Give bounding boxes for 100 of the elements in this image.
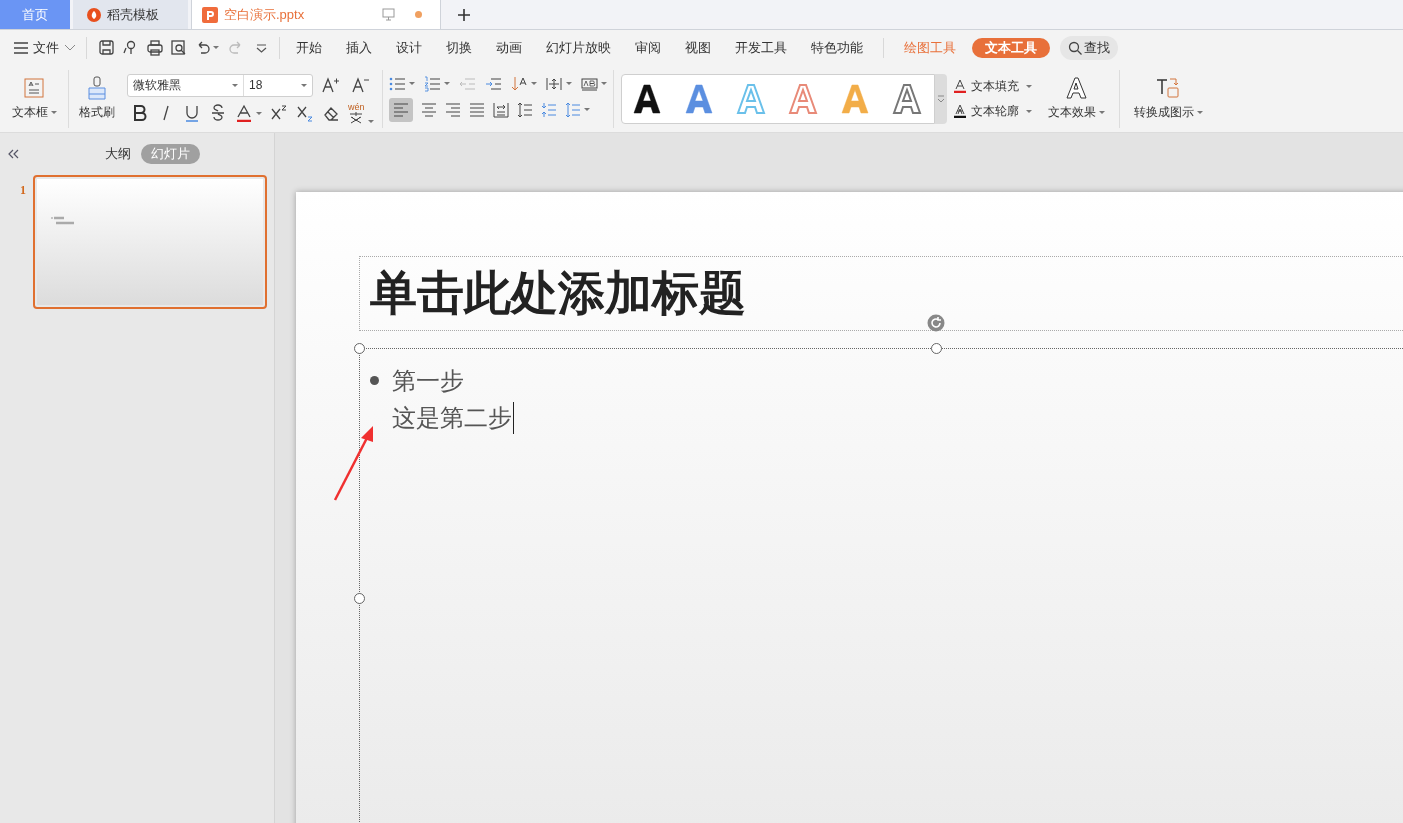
convert-to-diagram-button[interactable]: 转换成图示 [1125,65,1211,132]
pinyin-text: wén [348,102,365,112]
text-effect-icon [1064,76,1088,100]
spacing-options-button[interactable] [564,101,590,118]
print-button[interactable] [147,39,163,56]
chevron-icon [64,44,76,51]
save-button[interactable] [99,39,115,56]
document-tab[interactable]: 稻壳模板 [73,0,188,29]
distribute-button[interactable] [492,101,509,118]
line-spacing-icon [516,101,533,118]
decrease-indent-icon [458,75,476,92]
body-text: 第一步 [392,365,464,396]
ribbon-tab[interactable]: 审阅 [623,35,673,60]
superscript-icon [270,104,288,122]
caret-icon [1024,83,1032,89]
text-outline-button[interactable]: 文本轮廓 [952,102,1032,120]
caret-icon [1195,109,1203,115]
flame-icon [87,7,101,22]
font-dropdown[interactable]: 微软雅黑 [128,74,244,96]
bullets-button[interactable] [388,75,415,92]
slide-title: 单击此处添加标题 [370,265,746,322]
ribbon-tab[interactable]: 设计 [384,35,434,60]
superscript-button[interactable] [270,104,288,122]
slide-number: 1 [20,182,26,199]
text-fit-button[interactable] [580,75,607,92]
format-painter-button[interactable]: 格式刷 [69,65,125,132]
panel-tab[interactable]: 大纲 [104,144,131,164]
resize-handle[interactable] [354,593,365,604]
text-direction-button[interactable] [510,75,537,92]
presentation-file-icon [202,6,218,23]
distribute-icon [492,101,509,118]
character-icon [349,111,364,124]
justify-button[interactable] [468,101,485,118]
text-direction-icon [510,75,528,92]
wordart-style[interactable] [631,82,662,115]
collapse-button[interactable] [7,149,19,159]
text-fill-button[interactable]: 文本填充 [952,77,1032,95]
shrink-font-icon [351,76,371,94]
paragraph-spacing-button[interactable] [540,101,557,118]
thumbnail-text-drawing [51,216,75,225]
ribbon-tab[interactable]: 开始 [284,35,334,60]
font-size-dropdown[interactable]: 18 [244,74,312,96]
numbering-icon [423,75,441,92]
align-center-button[interactable] [420,101,437,118]
file-menu[interactable]: 文件 [14,37,76,58]
text-fill-icon [952,79,967,93]
search-button[interactable]: 查找 [1060,35,1118,60]
ribbon-tab[interactable]: 开发工具 [723,35,799,60]
ribbon-tab[interactable]: 动画 [484,35,534,60]
bold-button[interactable] [131,104,149,122]
vertical-align-button[interactable] [545,75,572,92]
resize-handle[interactable] [931,343,942,354]
menu-icon [14,40,28,55]
phonetic-guide-button[interactable]: wén [348,102,374,124]
line-spacing-icon [564,101,581,118]
caret-icon [231,82,238,88]
strikethrough-icon [209,104,227,122]
subscript-icon [296,104,314,122]
customize-button[interactable] [256,42,267,53]
caret-icon [529,81,537,86]
print-preview-button[interactable] [171,39,187,56]
caret-icon [300,82,307,88]
ribbon-tab[interactable]: 幻灯片放映 [534,35,623,60]
align-left-button[interactable] [388,97,413,122]
rotate-handle-icon [927,314,945,332]
align-right-button[interactable] [444,101,461,118]
vertical-align-icon [545,75,563,92]
print-preview-icon [171,39,187,56]
grow-font-icon [321,76,341,94]
caret-icon [212,45,219,50]
caret-icon [442,81,450,86]
caret-icon [407,81,415,86]
line-spacing-button[interactable] [516,101,533,118]
ribbon-tab[interactable]: 切换 [434,35,484,60]
body-text: 这是第二步 [392,402,512,433]
slide-thumbnail[interactable] [33,175,267,309]
more-icon [936,94,945,103]
caret-icon [582,107,590,112]
numbering-button[interactable] [423,75,450,92]
font-color-icon [235,104,253,122]
strikethrough-button[interactable] [209,104,227,122]
resize-handle[interactable] [354,343,365,354]
caret-icon [366,118,374,124]
paint-brush-icon [85,76,109,100]
subscript-button[interactable] [296,104,314,122]
text-box-button[interactable]: 文本框 [0,65,68,132]
underline-button[interactable] [183,104,201,122]
underline-icon [183,104,201,122]
text-box-icon [22,76,46,100]
font-color-button[interactable] [235,104,262,122]
search-icon [1068,40,1082,55]
ribbon-tab[interactable]: 插入 [334,35,384,60]
ribbon-tab[interactable]: 视图 [673,35,723,60]
dropdown-icon [256,42,267,53]
add-tab-icon [457,7,471,22]
caret-icon [564,81,572,86]
increase-indent-button[interactable] [484,75,502,92]
text-effect-button[interactable]: 文本效果 [1039,65,1113,132]
justify-icon [468,101,485,118]
ribbon-tab[interactable]: 特色功能 [799,35,875,60]
